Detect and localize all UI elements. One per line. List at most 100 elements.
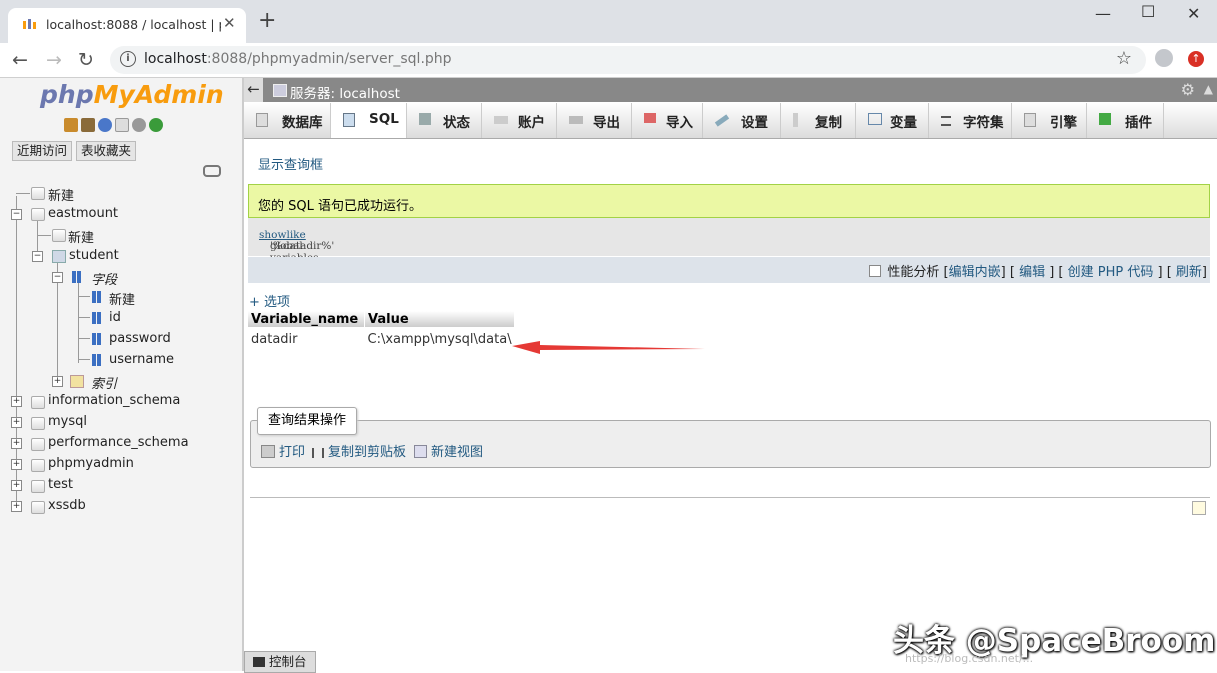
profile-avatar-icon[interactable] xyxy=(1155,49,1173,67)
tree-db-eastmount[interactable]: eastmount xyxy=(48,206,118,221)
tab-variables[interactable]: 变量 xyxy=(856,103,929,138)
tab-charsets[interactable]: 字符集 xyxy=(929,103,1012,138)
collapse-nav-button[interactable]: ← xyxy=(244,78,263,102)
print-link[interactable]: 打印 xyxy=(261,441,305,460)
tree-db-information-schema[interactable]: information_schema xyxy=(48,393,180,408)
tab-sql[interactable]: SQL xyxy=(331,103,407,138)
column-header[interactable]: Value xyxy=(364,311,516,327)
new-tab-button[interactable]: + xyxy=(258,8,276,33)
tab-plugins[interactable]: 插件 xyxy=(1087,103,1164,138)
expand-icon[interactable]: + xyxy=(11,396,22,407)
console-button[interactable]: 控制台 xyxy=(244,651,316,673)
help-icon[interactable] xyxy=(98,118,112,132)
home-icon[interactable] xyxy=(64,118,78,132)
forward-icon[interactable]: → xyxy=(46,49,62,71)
tree-db-phpmyadmin[interactable]: phpmyadmin xyxy=(48,456,134,471)
success-message-text: 您的 SQL 语句已成功运行。 xyxy=(258,199,422,214)
edit-inline-link[interactable]: 编辑内嵌 xyxy=(949,265,1001,280)
database-icon xyxy=(31,459,45,472)
tree-db-test[interactable]: test xyxy=(48,477,73,492)
collapse-icon[interactable]: − xyxy=(11,209,22,220)
docs-icon[interactable] xyxy=(115,118,129,132)
tree-indexes[interactable]: 索引 xyxy=(91,373,117,392)
expand-icon[interactable]: + xyxy=(11,438,22,449)
create-view-link[interactable]: 新建视图 xyxy=(414,441,483,460)
column-icon xyxy=(92,333,96,345)
site-info-icon[interactable]: i xyxy=(120,51,136,67)
tab-export[interactable]: 导出 xyxy=(557,103,632,138)
expand-icon[interactable]: + xyxy=(11,480,22,491)
create-php-code-link[interactable]: 创建 PHP 代码 xyxy=(1068,265,1154,280)
tab-replication[interactable]: 复制 xyxy=(781,103,856,138)
edit-link[interactable]: 编辑 xyxy=(1019,265,1045,280)
page-notes-icon[interactable] xyxy=(1192,501,1206,515)
phpmyadmin-logo[interactable]: phpMyAdmin xyxy=(40,80,224,109)
database-icon xyxy=(31,501,45,514)
window-close-button[interactable]: ✕ xyxy=(1187,4,1200,23)
table-icon xyxy=(52,250,66,263)
settings-gear-icon[interactable] xyxy=(132,118,146,132)
phpmyadmin-favicon-icon xyxy=(23,19,36,29)
favorite-tables-button[interactable]: 表收藏夹 xyxy=(76,141,137,161)
tree-db-mysql[interactable]: mysql xyxy=(48,414,87,429)
collapse-icon[interactable]: − xyxy=(52,272,63,283)
view-icon xyxy=(414,445,427,458)
server-icon xyxy=(273,84,287,97)
tab-close-icon[interactable]: ✕ xyxy=(223,14,236,32)
collapse-icon[interactable]: − xyxy=(32,251,43,262)
tree-columns[interactable]: 字段 xyxy=(91,269,117,288)
refresh-link[interactable]: 刷新 xyxy=(1176,265,1202,280)
table-cell: C:\xampp\mysql\data\ xyxy=(367,331,512,347)
page-settings-gear-icon[interactable]: ⚙ xyxy=(1181,80,1195,99)
database-icon xyxy=(31,480,45,493)
browser-tab[interactable]: localhost:8088 / localhost | phpMyAdmin … xyxy=(8,8,246,43)
tree-new-table[interactable]: 新建 xyxy=(68,227,94,246)
url-input[interactable]: i localhost:8088/phpmyadmin/server_sql.p… xyxy=(110,46,1146,74)
tab-accounts[interactable]: 账户 xyxy=(482,103,557,138)
tab-settings[interactable]: 设置 xyxy=(703,103,781,138)
column-icon xyxy=(92,312,96,324)
navigation-panel: phpMyAdmin 近期访问 表收藏夹 新建 − eastmount 新建 −… xyxy=(0,78,244,671)
maximize-button[interactable]: ☐ xyxy=(1141,2,1155,21)
server-breadcrumb[interactable]: 服务器: localhost xyxy=(290,82,400,102)
extension-icon[interactable]: ↑ xyxy=(1188,51,1204,67)
options-toggle-link[interactable]: + 选项 xyxy=(249,291,290,310)
tab-engines[interactable]: 引擎 xyxy=(1012,103,1087,138)
bookmark-star-icon[interactable]: ☆ xyxy=(1116,48,1132,69)
tab-import[interactable]: 导入 xyxy=(632,103,703,138)
columns-icon xyxy=(72,271,76,283)
link-with-main-icon[interactable] xyxy=(203,165,221,177)
recent-tables-button[interactable]: 近期访问 xyxy=(12,141,73,161)
query-actions-bar: 性能分析 [编辑内嵌] [ 编辑 ] [ 创建 PHP 代码 ] [ 刷新] xyxy=(248,257,1210,283)
reload-icon[interactable]: ↻ xyxy=(78,49,94,71)
tree-column-password[interactable]: password xyxy=(109,331,171,346)
tree-column-username[interactable]: username xyxy=(109,352,174,367)
show-query-box-link[interactable]: 显示查询框 xyxy=(258,154,323,173)
tree-table-student[interactable]: student xyxy=(69,248,119,263)
tree-new-database[interactable]: 新建 xyxy=(48,185,74,204)
expand-icon[interactable]: + xyxy=(52,376,63,387)
back-icon[interactable]: ← xyxy=(12,49,28,71)
database-icon xyxy=(256,113,268,127)
table-row[interactable]: datadir C:\xampp\mysql\data\ xyxy=(248,327,515,348)
tree-column-id[interactable]: id xyxy=(109,310,121,325)
tree-db-performance-schema[interactable]: performance_schema xyxy=(48,435,189,450)
new-database-icon xyxy=(31,187,45,200)
tab-status[interactable]: 状态 xyxy=(407,103,482,138)
reload-nav-icon[interactable] xyxy=(149,118,163,132)
red-annotation-arrow xyxy=(512,341,705,354)
expand-icon[interactable]: + xyxy=(11,417,22,428)
tree-db-xssdb[interactable]: xssdb xyxy=(48,498,86,513)
logout-icon[interactable] xyxy=(81,118,95,132)
expand-icon[interactable]: + xyxy=(11,501,22,512)
copy-to-clipboard-link[interactable]: 复制到剪贴板 xyxy=(312,441,406,460)
charsets-icon xyxy=(941,116,951,126)
column-header[interactable]: Variable_name xyxy=(248,311,365,327)
tab-title: localhost:8088 / localhost | phpMyAdmin xyxy=(46,17,221,32)
minimize-button[interactable]: — xyxy=(1095,4,1111,23)
expand-icon[interactable]: + xyxy=(11,459,22,470)
collapse-topbar-icon[interactable]: ▲ xyxy=(1204,82,1213,96)
tree-new-column[interactable]: 新建 xyxy=(109,289,135,308)
profiling-checkbox[interactable] xyxy=(869,265,882,277)
tab-databases[interactable]: 数据库 xyxy=(244,103,331,138)
